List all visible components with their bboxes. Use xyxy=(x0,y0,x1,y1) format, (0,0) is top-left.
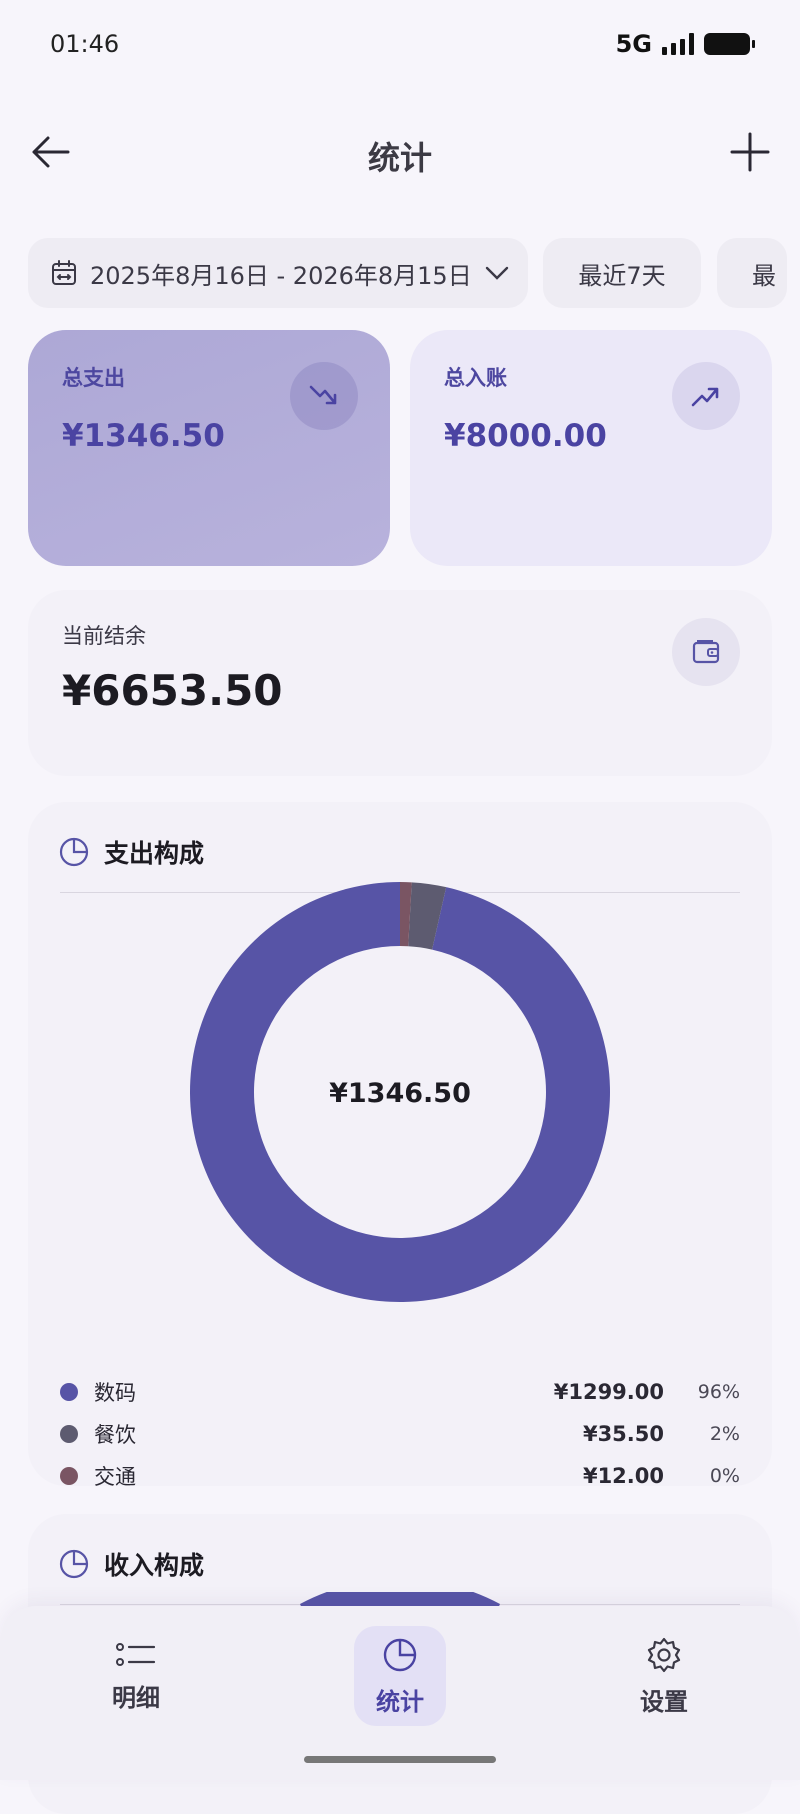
legend-amount: ¥35.50 xyxy=(582,1422,664,1446)
trending-up-icon xyxy=(672,362,740,430)
income-label: 总入账 xyxy=(444,366,507,390)
pie-chart-icon xyxy=(383,1638,417,1671)
nav-item-settings[interactable]: 设置 xyxy=(604,1626,724,1726)
legend-item: 数码 ¥1299.00 96% xyxy=(60,1372,740,1412)
nav-label: 统计 xyxy=(376,1687,424,1716)
nav-item-statistics[interactable]: 统计 xyxy=(354,1626,446,1726)
page-title: 统计 xyxy=(367,139,432,177)
income-composition-header: 收入构成 xyxy=(58,1546,204,1582)
bottom-navigation: 明细 统计 设置 xyxy=(0,1606,800,1780)
wallet-icon xyxy=(672,618,740,686)
chip-last-7-days[interactable]: 最近7天 xyxy=(543,238,701,308)
legend-amount: ¥12.00 xyxy=(582,1464,664,1488)
date-range-label: 2025年8月16日 - 2026年8月15日 xyxy=(90,261,472,290)
date-range-selector[interactable]: 2025年8月16日 - 2026年8月15日 xyxy=(28,238,528,308)
pie-chart-icon xyxy=(59,837,89,867)
expense-donut-chart: ¥1346.50 xyxy=(189,882,610,1302)
legend-item: 交通 ¥12.00 0% xyxy=(60,1456,740,1496)
income-value: ¥8000.00 xyxy=(444,418,607,454)
gear-icon xyxy=(647,1637,681,1672)
status-time: 01:46 xyxy=(50,30,120,58)
legend-percent: 0% xyxy=(709,1465,740,1487)
nav-label: 明细 xyxy=(112,1683,160,1712)
donut-center-total: ¥1346.50 xyxy=(329,1078,471,1109)
balance-card: 当前结余 ¥6653.50 xyxy=(28,590,772,776)
legend-percent: 2% xyxy=(709,1423,740,1445)
legend-item: 餐饮 ¥35.50 2% xyxy=(60,1414,740,1454)
pie-chart-icon xyxy=(59,1549,89,1579)
expense-label: 总支出 xyxy=(62,366,125,390)
nav-item-details[interactable]: 明细 xyxy=(76,1626,196,1726)
legend-name: 餐饮 xyxy=(94,1423,136,1447)
chip-more[interactable]: 最 xyxy=(717,238,787,308)
balance-label: 当前结余 xyxy=(62,624,146,648)
network-type: 5G xyxy=(615,30,652,58)
battery-icon xyxy=(704,33,755,55)
add-button[interactable] xyxy=(728,130,772,174)
list-icon xyxy=(116,1642,156,1666)
calendar-icon xyxy=(52,260,76,285)
legend-dot xyxy=(60,1467,78,1485)
legend-dot xyxy=(60,1425,78,1443)
nav-label: 设置 xyxy=(640,1687,688,1716)
expense-composition-header: 支出构成 xyxy=(58,834,204,870)
trending-down-icon xyxy=(290,362,358,430)
status-indicators: 5G xyxy=(615,30,755,58)
legend-name: 数码 xyxy=(94,1381,136,1405)
legend-name: 交通 xyxy=(94,1465,136,1489)
expense-composition-title: 支出构成 xyxy=(104,839,205,868)
expense-composition-panel: 支出构成 ¥1346.50 数码 ¥1299.00 96% 餐饮 ¥35.50 … xyxy=(28,802,772,1489)
chevron-down-icon xyxy=(485,266,508,280)
plus-icon xyxy=(730,132,770,172)
balance-value: ¥6653.50 xyxy=(62,666,283,715)
expense-value: ¥1346.50 xyxy=(62,418,225,454)
legend-dot xyxy=(60,1383,78,1401)
legend-percent: 96% xyxy=(697,1381,740,1403)
signal-icon xyxy=(662,33,694,55)
legend-amount: ¥1299.00 xyxy=(553,1380,664,1404)
income-summary-card[interactable]: 总入账 ¥8000.00 xyxy=(410,330,772,566)
income-composition-title: 收入构成 xyxy=(104,1551,205,1580)
home-indicator xyxy=(304,1756,496,1763)
expense-summary-card[interactable]: 总支出 ¥1346.50 xyxy=(28,330,390,566)
